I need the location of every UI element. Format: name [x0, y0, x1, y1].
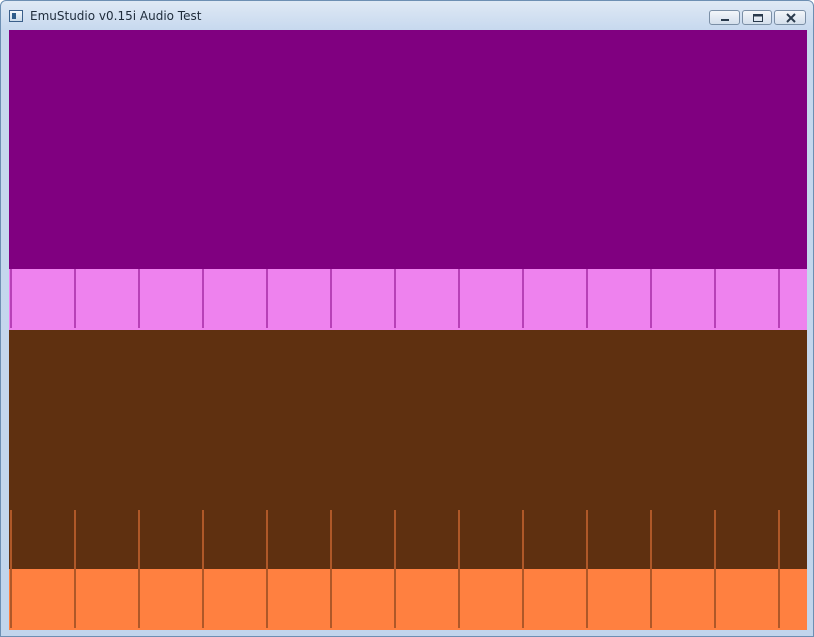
maximize-icon — [753, 14, 763, 22]
close-button[interactable] — [774, 10, 806, 25]
app-window-icon[interactable] — [9, 10, 23, 22]
title-bar[interactable]: EmuStudio v0.15i Audio Test — [1, 1, 813, 31]
channel-1-waveform — [9, 269, 807, 330]
app-window: EmuStudio v0.15i Audio Test — [0, 0, 814, 637]
close-icon — [786, 13, 796, 23]
window-title: EmuStudio v0.15i Audio Test — [30, 9, 202, 23]
minimize-icon — [721, 19, 729, 21]
channel-2-waveform — [9, 569, 807, 630]
maximize-button[interactable] — [742, 10, 772, 25]
waveform-display — [9, 30, 807, 630]
audio-visualizer-canvas — [9, 30, 807, 630]
minimize-button[interactable] — [709, 10, 740, 25]
